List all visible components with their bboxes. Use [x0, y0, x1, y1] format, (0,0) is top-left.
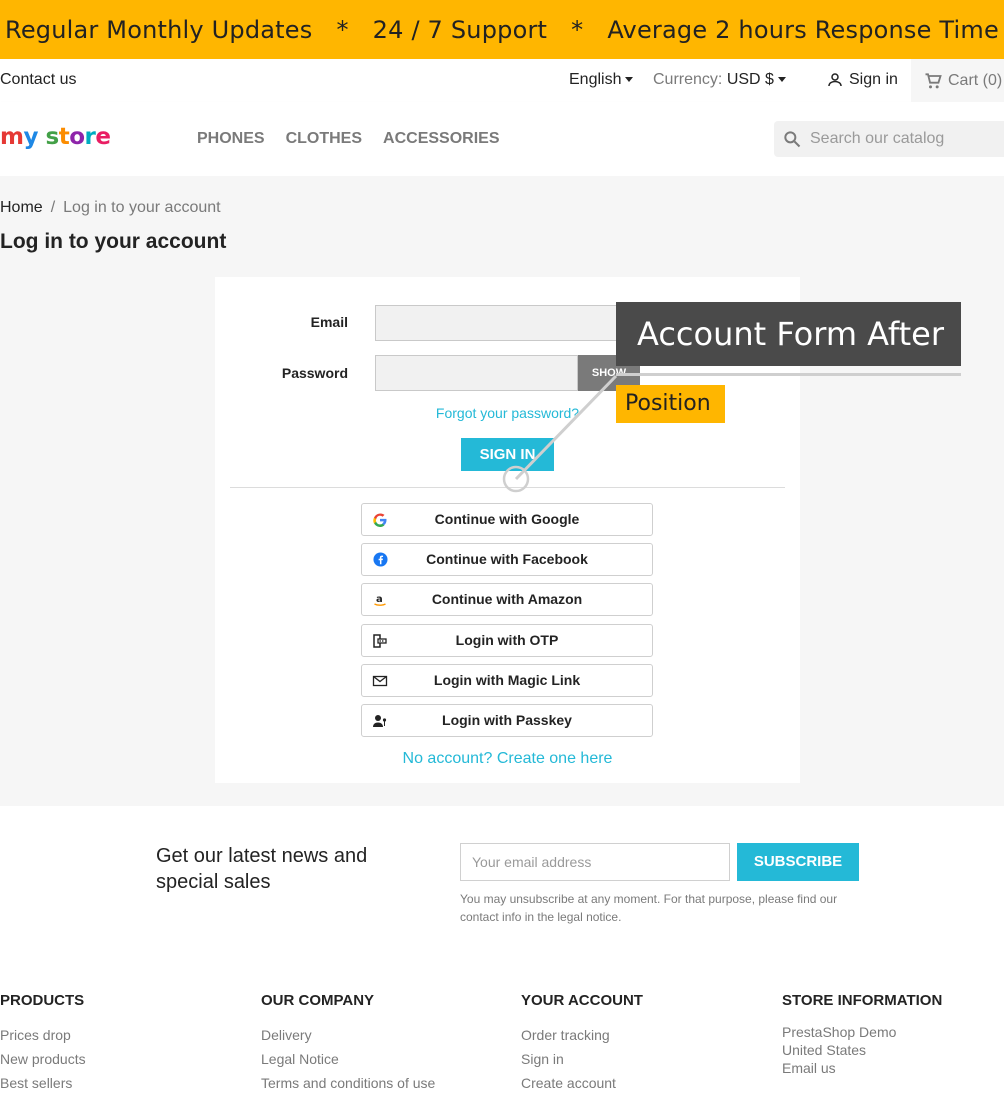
store-country: United States: [782, 1042, 867, 1058]
google-login-label: Continue with Google: [434, 511, 580, 527]
search-input[interactable]: Search our catalog: [810, 130, 944, 148]
promo-item-response: Average 2 hours Response Time: [607, 15, 999, 44]
password-label: Password: [281, 365, 348, 381]
footer-products: PRODUCTS Prices drop New products Best s…: [0, 992, 86, 1095]
otp-login-button[interactable]: Login with OTP: [361, 624, 653, 657]
passkey-login-label: Login with Passkey: [442, 712, 572, 728]
email-us-link[interactable]: Email us: [782, 1059, 942, 1077]
search-icon: [784, 131, 801, 148]
promo-separator: *: [336, 15, 349, 44]
footer-store-info: STORE INFORMATION PrestaShop Demo United…: [782, 992, 942, 1077]
footer-link[interactable]: Create account: [521, 1071, 643, 1095]
cart-label: Cart (0): [948, 71, 1003, 89]
footer-link[interactable]: Terms and conditions of use: [261, 1071, 435, 1095]
currency-selector[interactable]: Currency: USD $: [653, 71, 786, 89]
nav-item-accessories[interactable]: ACCESSORIES: [383, 130, 499, 148]
footer-link[interactable]: Prices drop: [0, 1023, 86, 1047]
search-box[interactable]: Search our catalog: [774, 121, 1004, 157]
user-icon: [828, 73, 842, 87]
passkey-login-button[interactable]: Login with Passkey: [361, 704, 653, 737]
newsletter-title: Get our latest news and special sales: [156, 845, 368, 893]
nav-item-clothes[interactable]: CLOTHES: [286, 130, 362, 148]
sign-in-label: Sign in: [849, 71, 898, 88]
breadcrumb-current: Log in to your account: [63, 199, 221, 216]
footer-link[interactable]: New products: [0, 1047, 86, 1071]
footer-account: YOUR ACCOUNT Order tracking Sign in Crea…: [521, 992, 643, 1095]
promo-item-updates: Regular Monthly Updates: [5, 15, 313, 44]
footer-store-title: STORE INFORMATION: [782, 992, 943, 1009]
breadcrumb-home[interactable]: Home: [0, 199, 43, 216]
subscribe-button[interactable]: SUBSCRIBE: [737, 843, 859, 881]
cart-link[interactable]: Cart (0): [911, 59, 1004, 102]
magic-link-login-label: Login with Magic Link: [433, 672, 581, 688]
shopping-cart-icon: [925, 72, 942, 88]
promo-item-support: 24 / 7 Support: [372, 15, 548, 44]
password-field[interactable]: [375, 355, 578, 391]
newsletter-email-input[interactable]: Your email address: [460, 843, 730, 881]
page-title: Log in to your account: [0, 230, 227, 253]
facebook-login-label: Continue with Facebook: [426, 551, 588, 567]
store-name: PrestaShop Demo: [782, 1024, 897, 1040]
breadcrumb-separator: /: [50, 199, 56, 216]
newsletter-note: You may unsubscribe at any moment. For t…: [460, 892, 838, 924]
amazon-login-button[interactable]: a Continue with Amazon: [361, 583, 653, 616]
footer-products-title: PRODUCTS: [0, 992, 85, 1009]
email-label: Email: [310, 314, 348, 330]
footer-company-title: OUR COMPANY: [261, 992, 375, 1009]
annotation-underline: [616, 373, 961, 376]
chevron-down-icon: [777, 77, 786, 83]
otp-icon: [371, 625, 389, 656]
facebook-icon: [371, 544, 389, 575]
promo-banner: Regular Monthly Updates * 24 / 7 Support…: [0, 0, 1004, 59]
sign-in-button[interactable]: SIGN IN: [461, 438, 554, 471]
sign-in-link[interactable]: Sign in: [826, 71, 898, 89]
store-logo[interactable]: my store: [0, 124, 111, 150]
main-nav: PHONES CLOTHES ACCESSORIES: [197, 130, 500, 148]
divider: [230, 487, 785, 488]
top-bar: Contact us English Currency: USD $ Sign …: [0, 59, 1004, 102]
annotation-title: Account Form After: [616, 302, 961, 366]
magic-link-login-button[interactable]: Login with Magic Link: [361, 664, 653, 697]
site-header: my store PHONES CLOTHES ACCESSORIES Sear…: [0, 102, 1004, 176]
passkey-icon: [371, 705, 389, 736]
footer-company: OUR COMPANY Delivery Legal Notice Terms …: [261, 992, 435, 1095]
site-footer: PRODUCTS Prices drop New products Best s…: [0, 956, 1004, 1098]
currency-label: Currency:: [653, 71, 723, 88]
footer-link[interactable]: Best sellers: [0, 1071, 86, 1095]
breadcrumb: Home / Log in to your account: [0, 199, 221, 217]
footer-link[interactable]: Order tracking: [521, 1023, 643, 1047]
contact-us-link[interactable]: Contact us: [0, 71, 76, 89]
annotation-subtitle: Position: [616, 385, 725, 423]
main-content: Home / Log in to your account Log in to yo…: [0, 176, 1004, 806]
footer-link[interactable]: Delivery: [261, 1023, 435, 1047]
newsletter-section: Get our latest news and special sales Yo…: [0, 806, 1004, 956]
svg-text:a: a: [376, 594, 383, 605]
currency-value: USD $: [726, 71, 774, 88]
footer-link[interactable]: Sign in: [521, 1047, 643, 1071]
footer-link[interactable]: Legal Notice: [261, 1047, 435, 1071]
footer-account-title: YOUR ACCOUNT: [521, 992, 643, 1009]
amazon-login-label: Continue with Amazon: [431, 591, 583, 607]
otp-login-label: Login with OTP: [455, 632, 559, 648]
facebook-login-button[interactable]: Continue with Facebook: [361, 543, 653, 576]
chevron-down-icon: [625, 77, 634, 83]
google-icon: [371, 504, 389, 535]
envelope-icon: [371, 665, 389, 696]
language-selector[interactable]: English: [569, 71, 634, 89]
language-value: English: [569, 71, 622, 88]
amazon-icon: a: [371, 584, 389, 615]
promo-separator: *: [571, 15, 584, 44]
nav-item-phones[interactable]: PHONES: [197, 130, 265, 148]
google-login-button[interactable]: Continue with Google: [361, 503, 653, 536]
email-field[interactable]: [375, 305, 640, 341]
create-account-link[interactable]: No account? Create one here: [215, 750, 800, 768]
